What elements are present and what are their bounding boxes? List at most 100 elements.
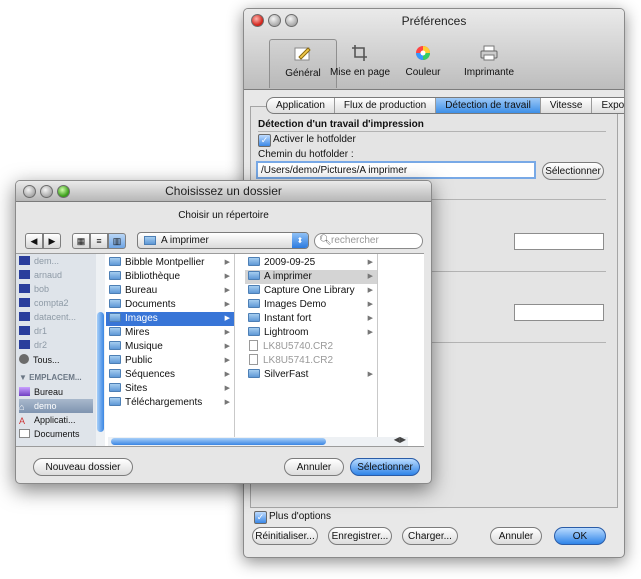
list-item[interactable]: 2009-09-25 ▶	[245, 256, 377, 270]
tab-workflow[interactable]: Flux de production	[335, 98, 437, 113]
toolbar-color[interactable]: Couleur	[390, 39, 456, 87]
tab-speed[interactable]: Vitesse	[541, 98, 593, 113]
list-item[interactable]: Bureau ▶	[106, 284, 234, 298]
folder-icon	[248, 299, 260, 308]
sidebar-item-shared-4[interactable]: compta2	[19, 296, 93, 310]
folder-icon	[248, 271, 260, 280]
sidebar-item-documents[interactable]: Documents	[19, 427, 93, 441]
prefs-cancel-button[interactable]: Annuler	[490, 527, 542, 545]
more-options-checkbox[interactable]: ✓	[254, 511, 267, 524]
chevron-right-icon: ▶	[224, 259, 230, 266]
search-input[interactable]: 🔍︎ rechercher	[314, 233, 423, 249]
hotfolder-path-input[interactable]: /Users/demo/Pictures/A imprimer	[256, 161, 536, 179]
list-item[interactable]: Instant fort ▶	[245, 312, 377, 326]
list-item-selected[interactable]: A imprimer ▶	[245, 270, 377, 284]
new-folder-button[interactable]: Nouveau dossier	[33, 458, 133, 476]
horizontal-scrollbar[interactable]: ◀▶	[108, 435, 408, 446]
toolbar-printer[interactable]: Imprimante	[456, 39, 522, 87]
folder-icon	[109, 299, 121, 308]
globe-icon	[19, 354, 29, 364]
sidebar-item-shared-5[interactable]: datacent...	[19, 310, 93, 324]
chevron-right-icon: ▶	[224, 371, 230, 378]
folder-icon	[109, 257, 121, 266]
chevron-right-icon: ▶	[224, 357, 230, 364]
sidebar-item-all[interactable]: Tous...	[19, 353, 93, 367]
dialog-select-button[interactable]: Sélectionner	[350, 458, 420, 476]
sidebar-item-shared-1[interactable]: dem...	[19, 254, 93, 268]
chevron-right-icon: ▶	[224, 329, 230, 336]
icon-view-button[interactable]: ▦	[72, 233, 90, 249]
ok-button[interactable]: OK	[554, 527, 606, 545]
window-title: Préférences	[401, 14, 467, 28]
tab-export[interactable]: Exportation	[592, 98, 624, 113]
folder-icon	[109, 397, 121, 406]
sidebar-item-desktop[interactable]: Bureau	[19, 385, 93, 399]
folder-icon	[248, 327, 260, 336]
activate-hotfolder-checkbox[interactable]: ✓	[258, 134, 271, 147]
sidebar-item-applications[interactable]: A Applicati...	[19, 413, 93, 427]
chevron-right-icon: ▶	[224, 315, 230, 322]
list-item[interactable]: Public ▶	[106, 354, 234, 368]
list-item[interactable]: Sites ▶	[106, 382, 234, 396]
dialog-title: Choisissez un dossier	[165, 184, 282, 198]
column-view-button[interactable]: ▥	[108, 233, 126, 249]
column-2: 2009-09-25 ▶ A imprimer ▶ Capture One Libr…	[245, 254, 378, 446]
chevron-right-icon: ▶	[224, 273, 230, 280]
tab-application[interactable]: Application	[267, 98, 335, 113]
applications-icon: A	[19, 416, 26, 426]
chevron-right-icon: ▶	[224, 343, 230, 350]
list-item[interactable]: SilverFast ▶	[245, 368, 377, 382]
desktop-icon	[19, 387, 30, 396]
printer-icon	[480, 45, 498, 61]
save-button[interactable]: Enregistrer...	[328, 527, 392, 545]
preferences-titlebar: Préférences Général Mise en page Couleur…	[244, 9, 624, 90]
home-icon: ⌂	[19, 402, 25, 412]
forward-arrow-icon: ▶	[48, 236, 56, 246]
sidebar-item-home[interactable]: ⌂ demo	[19, 399, 93, 413]
list-item[interactable]: Séquences ▶	[106, 368, 234, 382]
list-item[interactable]: Musique ▶	[106, 340, 234, 354]
list-item-selected[interactable]: Images ▶	[106, 312, 234, 326]
sidebar-item-shared-2[interactable]: arnaud	[19, 268, 93, 282]
more-options-label: Plus d'options	[269, 511, 331, 522]
list-item[interactable]: Mires ▶	[106, 326, 234, 340]
back-button[interactable]: ◀	[25, 233, 43, 249]
tab-job-detection[interactable]: Détection de travail	[436, 98, 541, 113]
section-divider	[258, 131, 606, 132]
list-item[interactable]: Bibliothèque ▶	[106, 270, 234, 284]
choose-folder-dialog: Choisissez un dossier Choisir un réperto…	[15, 180, 432, 484]
document-icon	[19, 429, 30, 438]
list-item[interactable]: Images Demo ▶	[245, 298, 377, 312]
list-item[interactable]: Téléchargements ▶	[106, 396, 234, 410]
sidebar-item-shared-6[interactable]: dr1	[19, 324, 93, 338]
folder-icon	[248, 285, 260, 294]
list-view-button[interactable]: ≡	[90, 233, 108, 249]
dialog-titlebar: Choisissez un dossier	[16, 181, 431, 202]
toolbar-page-setup[interactable]: Mise en page	[327, 39, 393, 87]
list-item[interactable]: Capture One Library ▶	[245, 284, 377, 298]
folder-icon	[109, 369, 121, 378]
list-item[interactable]: Bibble Montpellier ▶	[106, 256, 234, 270]
sidebar-item-shared-3[interactable]: bob	[19, 282, 93, 296]
horizontal-scroll-thumb[interactable]	[111, 438, 326, 445]
sidebar-item-shared-7[interactable]: dr2	[19, 338, 93, 352]
dialog-cancel-button[interactable]: Annuler	[284, 458, 344, 476]
computer-icon	[19, 312, 30, 321]
sidebar-scrollbar[interactable]	[96, 254, 105, 446]
hidden-field-2[interactable]	[514, 304, 604, 321]
scroll-arrows-icon[interactable]: ◀▶	[394, 435, 406, 444]
chevron-right-icon: ▶	[367, 301, 373, 308]
hidden-field-1[interactable]	[514, 233, 604, 250]
chevron-updown-icon: ⬍	[292, 233, 308, 248]
list-item[interactable]: Lightroom ▶	[245, 326, 377, 340]
forward-button[interactable]: ▶	[43, 233, 61, 249]
location-popup[interactable]: A imprimer ⬍	[137, 232, 309, 249]
folder-icon	[109, 285, 121, 294]
select-path-button[interactable]: Sélectionner	[542, 162, 604, 180]
list-item[interactable]: Documents ▶	[106, 298, 234, 312]
load-button[interactable]: Charger...	[402, 527, 458, 545]
sidebar-scroll-thumb[interactable]	[97, 312, 104, 432]
folder-icon	[109, 313, 121, 322]
chevron-right-icon: ▶	[224, 287, 230, 294]
reset-button[interactable]: Réinitialiser...	[252, 527, 318, 545]
